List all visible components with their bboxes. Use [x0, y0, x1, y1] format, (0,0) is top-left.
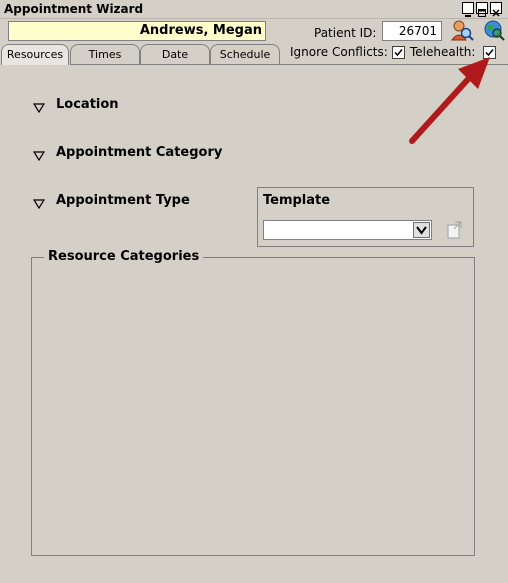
window-title: Appointment Wizard — [4, 2, 144, 16]
patient-id-label: Patient ID: — [314, 26, 377, 40]
chevron-down-icon[interactable] — [413, 222, 430, 238]
tab-date[interactable]: Date — [140, 44, 210, 64]
patient-search-icon[interactable] — [450, 18, 474, 42]
appointment-type-section-label[interactable]: Appointment Type — [56, 193, 190, 208]
template-dropdown[interactable] — [263, 220, 432, 240]
ignore-conflicts-label: Ignore Conflicts: — [290, 45, 388, 59]
close-button[interactable] — [490, 2, 502, 17]
minimize-icon — [465, 15, 471, 17]
tab-schedule[interactable]: Schedule — [210, 44, 280, 64]
appointment-type-filter-icon[interactable] — [32, 195, 46, 214]
appointment-category-section-label[interactable]: Appointment Category — [56, 145, 222, 160]
tab-resources[interactable]: Resources — [1, 44, 69, 65]
resource-categories-title: Resource Categories — [44, 249, 204, 264]
location-filter-icon[interactable] — [32, 99, 46, 118]
tab-times[interactable]: Times — [70, 44, 140, 64]
minimize-button[interactable] — [462, 2, 474, 17]
template-edit-icon[interactable] — [445, 220, 465, 240]
maximize-button[interactable] — [476, 2, 488, 17]
maximize-icon — [478, 9, 486, 17]
patient-id-input[interactable]: 26701 — [382, 21, 442, 41]
patient-name-field[interactable]: Andrews, Megan — [8, 21, 266, 41]
close-icon — [492, 9, 500, 17]
annotation-arrow-icon — [400, 55, 500, 155]
location-section-label[interactable]: Location — [56, 97, 119, 112]
resource-categories-group — [31, 257, 475, 556]
globe-search-icon[interactable] — [482, 18, 506, 42]
appointment-category-filter-icon[interactable] — [32, 147, 46, 166]
template-label: Template — [263, 193, 331, 208]
